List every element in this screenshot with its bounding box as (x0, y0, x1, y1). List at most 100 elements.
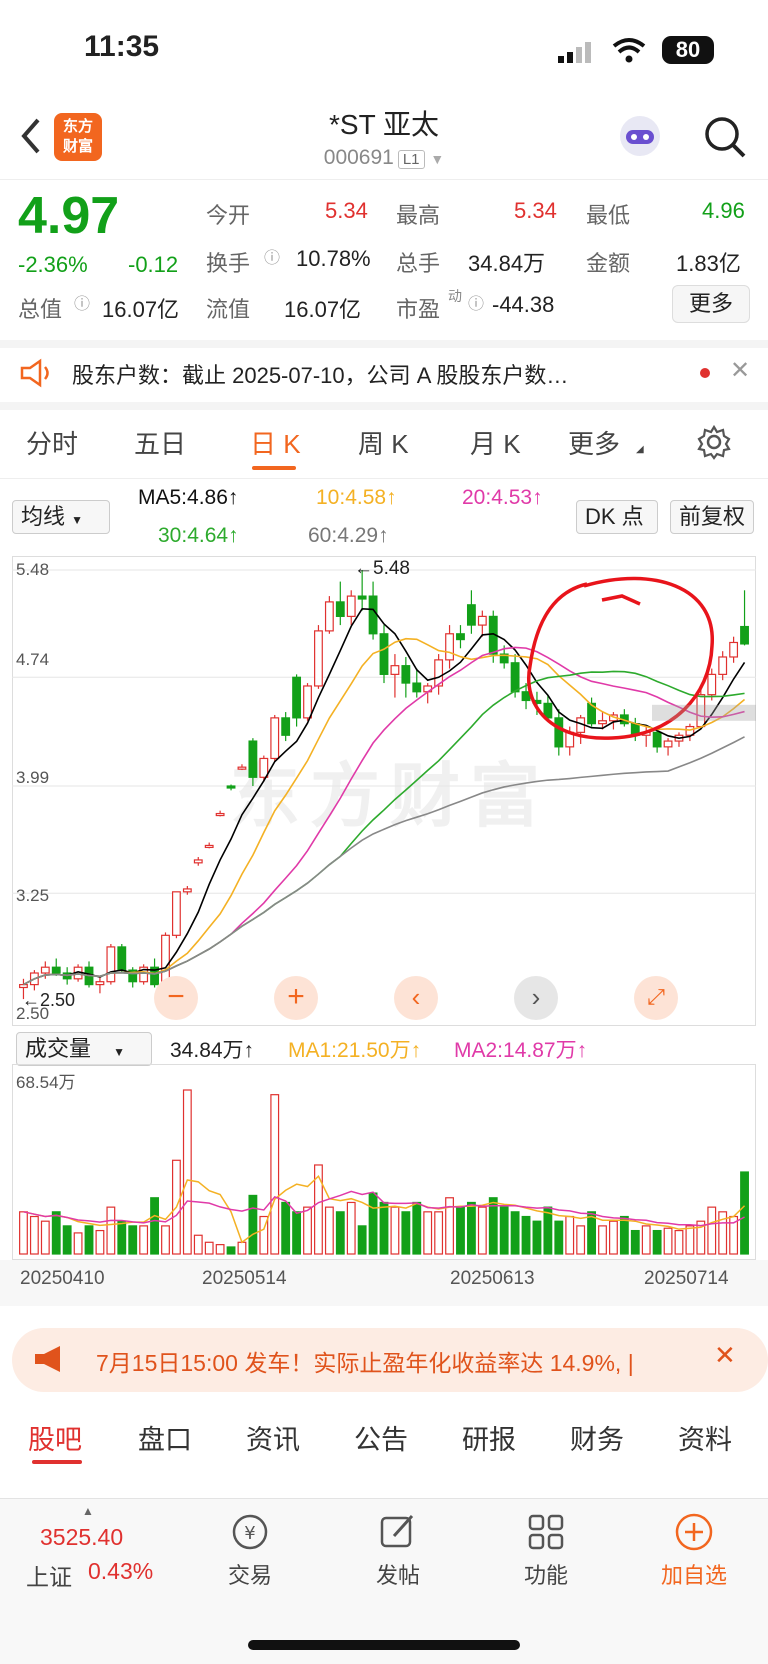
functions-grid-icon[interactable] (526, 1512, 566, 1552)
notice-text[interactable]: 股东户数：截止 2025-07-10，公司 A 股股东户数… (72, 358, 568, 390)
robot-assistant-icon[interactable] (616, 112, 664, 160)
date-label: 20250514 (202, 1268, 287, 1289)
promo-close-icon[interactable]: ✕ (714, 1340, 736, 1371)
candle-up (270, 717, 280, 760)
tab-pankou[interactable]: 盘口 (138, 1418, 192, 1457)
volume-bar (554, 1220, 564, 1255)
tab-guba[interactable]: 股吧 (28, 1418, 82, 1457)
compose-icon[interactable] (378, 1512, 418, 1552)
volume-bar (379, 1201, 389, 1255)
volume-bar (609, 1220, 618, 1255)
volume-bar (565, 1215, 575, 1255)
home-indicator (248, 1640, 520, 1650)
tab-announcements[interactable]: 公告 (354, 1418, 408, 1457)
fullscreen-icon[interactable]: ⤢ (634, 976, 678, 1020)
candle-down (292, 676, 302, 719)
mcap-label: 总值 (18, 297, 63, 322)
ma60-line (23, 736, 745, 986)
volume-bar (412, 1201, 422, 1255)
svg-text:¥: ¥ (244, 1523, 255, 1544)
tab-finance[interactable]: 财务 (570, 1418, 624, 1457)
candle-up (19, 984, 28, 989)
volume-selector[interactable]: 成交量 ▼ (16, 1032, 152, 1066)
candle-up (303, 685, 312, 719)
price-axis-label: 5.48 (16, 560, 50, 579)
volume-bar (226, 1246, 236, 1255)
info-icon[interactable]: ⓘ (264, 244, 280, 268)
candle-down (652, 731, 662, 748)
candle-up (390, 665, 400, 675)
trade-icon[interactable]: ¥ (230, 1512, 270, 1552)
megaphone-icon (35, 1346, 60, 1372)
dk-point-button[interactable]: DK 点 (576, 500, 658, 534)
volume-bar (434, 1211, 444, 1255)
tab-intraday[interactable]: 分时 (26, 424, 78, 461)
scroll-left-button[interactable]: ‹ (394, 976, 438, 1020)
tab-weekly-k[interactable]: 周 K (358, 424, 409, 461)
info-icon[interactable]: ⓘ (468, 290, 484, 314)
tab-five-day[interactable]: 五日 (134, 424, 186, 461)
volume-bar (335, 1211, 345, 1255)
volume-bar (19, 1211, 28, 1255)
volume-bar (598, 1225, 607, 1255)
low-label: 最低 (586, 203, 631, 228)
tab-monthly-k[interactable]: 月 K (470, 424, 521, 461)
volume-bar (390, 1206, 400, 1255)
volume-bar (73, 1232, 83, 1255)
tab-daily-k[interactable]: 日 K (250, 424, 301, 461)
add-watchlist-icon[interactable] (674, 1512, 714, 1552)
volume-bar (357, 1225, 367, 1255)
ma10-value: 10:4.58↑ (316, 486, 397, 509)
tab-news[interactable]: 资讯 (246, 1418, 300, 1457)
zoom-in-button[interactable]: + (274, 976, 318, 1020)
info-icon[interactable]: ⓘ (74, 290, 90, 314)
tab-research[interactable]: 研报 (462, 1418, 516, 1457)
nav-functions[interactable]: 功能 (486, 1558, 606, 1590)
zoom-out-button[interactable]: − (154, 976, 198, 1020)
settings-gear-icon[interactable] (696, 424, 732, 460)
volume-bar (117, 1220, 127, 1255)
scroll-right-button[interactable]: › (514, 976, 558, 1020)
tab-more[interactable]: 更多 (568, 424, 620, 461)
price-axis-label: 4.74 (16, 650, 50, 669)
nav-add-watchlist[interactable]: 加自选 (634, 1558, 754, 1590)
kline-chart[interactable] (12, 556, 756, 1026)
volume-bar (663, 1227, 673, 1255)
volume-bar (346, 1201, 356, 1255)
expand-caret-icon[interactable]: ▲ (82, 1504, 94, 1518)
tab-profile[interactable]: 资料 (678, 1418, 732, 1457)
candle-up (445, 633, 454, 661)
volume-bar (248, 1194, 258, 1255)
search-icon[interactable] (702, 114, 748, 160)
ma60-value: 60:4.29↑ (308, 524, 389, 547)
nav-trade[interactable]: 交易 (190, 1558, 310, 1590)
volume-bar (477, 1206, 487, 1255)
float-label: 流值 (206, 297, 251, 322)
candle-up (718, 656, 728, 675)
candle-down (412, 682, 422, 693)
high-value: 5.34 (514, 198, 557, 223)
volume-bar (652, 1229, 662, 1255)
candle-up (346, 595, 356, 617)
volume-bar (685, 1225, 695, 1255)
close-icon[interactable]: ✕ (730, 356, 750, 385)
volume-bar (619, 1215, 629, 1255)
candle-up (314, 630, 323, 687)
volume-bar (62, 1225, 72, 1255)
volume-bar (532, 1220, 542, 1255)
nav-post[interactable]: 发帖 (338, 1558, 458, 1590)
promo-text[interactable]: 7月15日15:00 发车！实际止盈年化收益率达 14.9%, | (96, 1344, 634, 1378)
caret-icon: ◢ (636, 444, 644, 455)
index-value[interactable]: 3525.40 (40, 1524, 123, 1551)
volume-chart[interactable] (12, 1064, 756, 1260)
volume-bar (106, 1206, 116, 1255)
ma-selector[interactable]: 均线 ▼ (12, 500, 110, 534)
volume-bar (630, 1229, 640, 1255)
more-button[interactable]: 更多 (672, 285, 750, 323)
volume-bar (29, 1215, 39, 1255)
price-axis-label: 3.25 (16, 886, 50, 905)
adjust-button[interactable]: 前复权 (670, 500, 754, 534)
candle-down (379, 633, 389, 675)
candle-up (707, 673, 717, 696)
volume-bar (456, 1206, 465, 1255)
